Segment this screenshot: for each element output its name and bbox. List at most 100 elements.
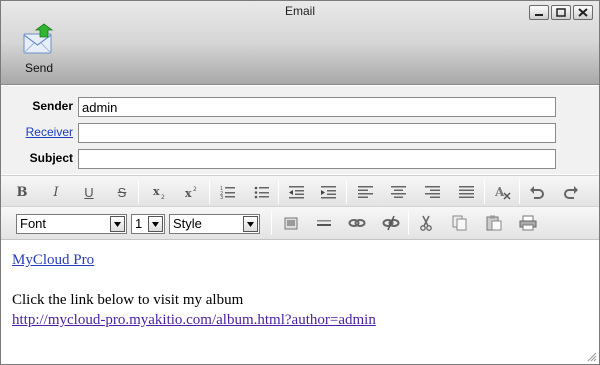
chevron-down-icon — [148, 216, 163, 232]
mycloud-title-link[interactable]: MyCloud Pro — [12, 252, 94, 268]
receiver-row: Receiver — [1, 123, 599, 143]
italic-button[interactable]: I — [46, 182, 66, 202]
italic-icon: I — [53, 184, 59, 200]
svg-text:2: 2 — [161, 194, 165, 200]
font-select-value: Font — [20, 216, 47, 231]
undo-icon — [530, 186, 544, 199]
toolbar-divider — [519, 180, 520, 204]
bold-icon: B — [16, 184, 28, 200]
scissors-icon — [420, 215, 432, 231]
underline-icon: U — [84, 184, 94, 200]
album-url-link[interactable]: http://mycloud-pro.myakitio.com/album.ht… — [12, 312, 376, 328]
unordered-list-button[interactable] — [252, 182, 272, 202]
strikethrough-button[interactable]: S — [112, 182, 132, 202]
print-button[interactable] — [518, 213, 538, 233]
superscript-icon: x2 — [185, 186, 197, 200]
svg-text:x: x — [185, 187, 192, 200]
toolbar-divider — [278, 180, 279, 204]
unlink-icon — [382, 215, 400, 231]
send-label: Send — [24, 61, 54, 75]
paste-button[interactable] — [484, 213, 504, 233]
size-select[interactable]: 1 — [131, 214, 165, 234]
svg-text:x: x — [153, 185, 160, 198]
remove-format-button[interactable]: A — [493, 182, 513, 202]
indent-icon — [321, 186, 336, 199]
unlink-button[interactable] — [381, 213, 401, 233]
minimize-icon — [535, 13, 543, 16]
window-controls — [529, 5, 593, 20]
toolbar-divider — [271, 211, 272, 235]
font-select[interactable]: Font — [16, 214, 127, 234]
close-button[interactable] — [573, 5, 593, 20]
size-select-value: 1 — [135, 216, 143, 231]
unordered-list-icon — [254, 186, 269, 199]
toolbar-divider — [408, 211, 409, 235]
format-toolbar-2: Font 1 Style — [1, 207, 599, 240]
cut-button[interactable] — [416, 213, 436, 233]
indent-button[interactable] — [319, 182, 339, 202]
style-select[interactable]: Style — [169, 214, 260, 234]
toolbar-divider — [138, 180, 139, 204]
receiver-link[interactable]: Receiver — [26, 125, 73, 139]
align-left-button[interactable] — [356, 182, 376, 202]
sender-field[interactable] — [78, 97, 556, 117]
bold-button[interactable]: B — [12, 182, 32, 202]
horizontal-rule-button[interactable] — [314, 213, 334, 233]
style-select-value: Style — [173, 216, 202, 231]
format-toolbar: B I U S x2 x2 1 2 3 A — [1, 175, 599, 207]
toolbar-divider — [484, 180, 485, 204]
align-justify-icon — [459, 186, 474, 198]
window-title: Email — [284, 4, 315, 18]
paste-icon — [486, 215, 502, 231]
subject-field[interactable] — [78, 149, 556, 169]
image-icon — [284, 217, 298, 229]
link-button[interactable] — [347, 213, 367, 233]
sender-label: Sender — [32, 99, 73, 113]
toolbar-divider — [209, 180, 210, 204]
outdent-icon — [289, 186, 304, 199]
chevron-down-icon — [243, 216, 258, 232]
undo-button[interactable] — [527, 182, 547, 202]
superscript-button[interactable]: x2 — [182, 182, 202, 202]
redo-icon — [564, 186, 578, 199]
align-right-icon — [425, 186, 440, 198]
message-header-fields: Sender Receiver Subject — [1, 86, 599, 174]
redo-button[interactable] — [561, 182, 581, 202]
sender-row: Sender — [1, 97, 599, 117]
align-center-button[interactable] — [389, 182, 409, 202]
body-text-line: Click the link below to visit my album — [12, 292, 244, 308]
svg-text:3: 3 — [220, 195, 223, 199]
strikethrough-icon: S — [117, 184, 127, 200]
receiver-field[interactable] — [78, 123, 556, 143]
align-center-icon — [391, 186, 406, 198]
ordered-list-button[interactable]: 1 2 3 — [218, 182, 238, 202]
resize-grip-icon[interactable] — [585, 350, 597, 362]
ordered-list-icon: 1 2 3 — [220, 186, 235, 199]
link-icon — [348, 219, 366, 227]
title-bar: Email Send — [1, 1, 599, 85]
envelope-send-icon — [23, 23, 54, 54]
align-left-icon — [358, 186, 373, 198]
printer-icon — [519, 215, 537, 231]
toolbar-divider — [346, 180, 347, 204]
subscript-button[interactable]: x2 — [150, 182, 170, 202]
maximize-button[interactable] — [551, 5, 571, 20]
message-body-editor[interactable]: MyCloud Pro Click the link below to visi… — [1, 241, 599, 364]
subject-label: Subject — [29, 151, 73, 165]
subject-row: Subject — [1, 149, 599, 169]
send-button[interactable]: Send — [19, 23, 59, 81]
close-icon — [578, 8, 588, 17]
align-right-button[interactable] — [423, 182, 443, 202]
email-window: Email Send Sender admin Receiver Subject… — [0, 0, 600, 365]
horizontal-rule-icon — [317, 220, 331, 226]
subscript-icon: x2 — [153, 185, 165, 200]
minimize-button[interactable] — [529, 5, 549, 20]
outdent-button[interactable] — [287, 182, 307, 202]
svg-text:A: A — [494, 185, 505, 199]
underline-button[interactable]: U — [79, 182, 99, 202]
maximize-icon — [556, 8, 566, 17]
chevron-down-icon — [110, 216, 125, 232]
copy-button[interactable] — [450, 213, 470, 233]
align-justify-button[interactable] — [457, 182, 477, 202]
insert-image-button[interactable] — [281, 213, 301, 233]
